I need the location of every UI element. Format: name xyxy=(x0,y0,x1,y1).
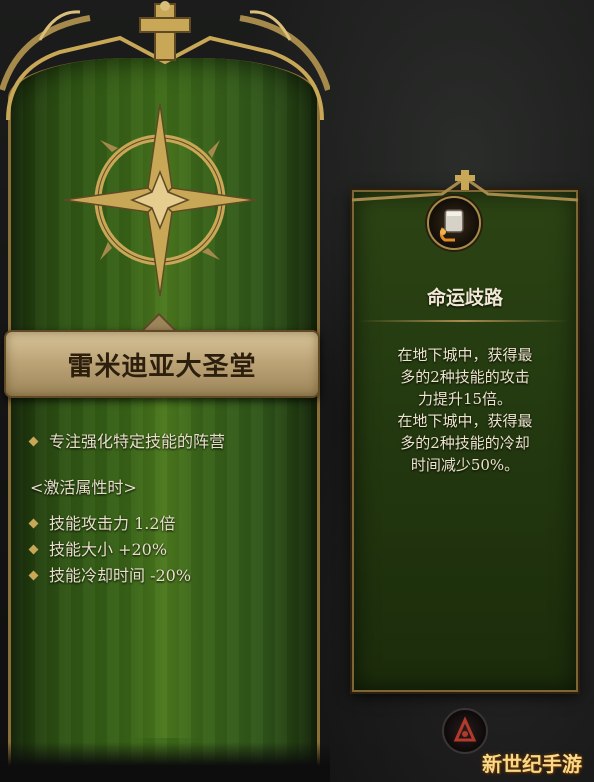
watermark-logo: 新世纪手游 xyxy=(482,752,582,776)
skill-desc-line: 力提升15倍。 xyxy=(417,390,513,408)
skill-desc-line: 多的2种技能的攻击 xyxy=(400,368,530,386)
faction-description: 专注强化特定技能的阵营 xyxy=(28,428,226,452)
faction-description-text: 专注强化特定技能的阵营 xyxy=(49,432,226,451)
card-divider xyxy=(358,320,568,322)
skill-desc-line: 在地下城中，获得最 xyxy=(397,346,533,364)
diamond-bullet-icon xyxy=(28,436,39,447)
diamond-bullet-icon xyxy=(28,570,39,581)
diamond-bullet-icon xyxy=(28,544,39,555)
faction-banner[interactable]: 雷米迪亚大圣堂 专注强化特定技能的阵营 <激活属性时> 技能攻击力 1.2倍 技… xyxy=(0,0,330,782)
stat-skill-attack: 技能攻击力 1.2倍 xyxy=(49,514,176,533)
rune-icon xyxy=(453,716,477,742)
stat-line: 技能大小 +20% xyxy=(28,536,168,560)
skill-desc-line: 时间减少50%。 xyxy=(410,456,520,474)
active-attributes-header: <激活属性时> xyxy=(30,478,137,497)
skill-desc-line: 在地下城中，获得最 xyxy=(397,412,533,430)
stat-skill-size: 技能大小 +20% xyxy=(49,540,168,559)
armored-fist-icon xyxy=(439,209,464,242)
skill-icon-frame xyxy=(427,196,481,250)
faction-title: 雷米迪亚大圣堂 xyxy=(67,351,257,382)
stat-line: 技能攻击力 1.2倍 xyxy=(28,510,176,534)
small-cross-icon xyxy=(455,170,475,190)
compass-star-icon xyxy=(63,103,257,297)
bottom-shadow xyxy=(0,742,330,782)
skill-title: 命运歧路 xyxy=(426,287,503,309)
skill-description: 在地下城中，获得最 多的2种技能的攻击 力提升15倍。 在地下城中，获得最 多的… xyxy=(362,344,568,476)
diamond-bullet-icon xyxy=(28,518,39,529)
faction-title-plaque: 雷米迪亚大圣堂 xyxy=(4,330,320,398)
skill-desc-line: 多的2种技能的冷却 xyxy=(400,434,530,452)
stat-line: 技能冷却时间 -20% xyxy=(28,562,192,586)
stat-skill-cooldown: 技能冷却时间 -20% xyxy=(49,566,192,585)
